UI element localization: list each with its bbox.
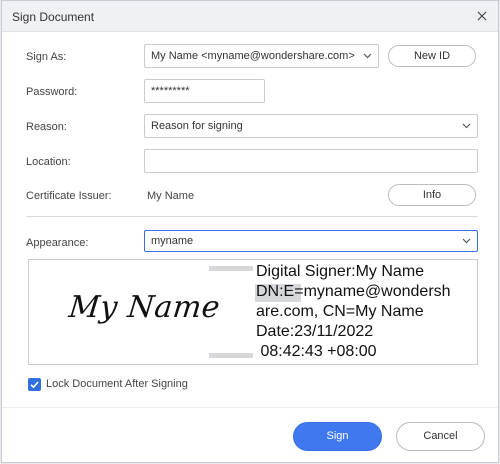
sign-document-dialog: Sign Document Sign As: My Name <myname@w… bbox=[1, 0, 499, 463]
dialog-title: Sign Document bbox=[12, 10, 95, 24]
footer-divider bbox=[2, 407, 498, 408]
close-icon[interactable] bbox=[472, 6, 492, 26]
section-divider bbox=[26, 216, 478, 217]
reason-dropdown[interactable]: Reason for signing bbox=[144, 114, 478, 138]
signature-preview: My Name Digital Signer:My Name DN:E=myna… bbox=[28, 259, 478, 365]
date-line: Date:23/11/2022 bbox=[256, 323, 374, 340]
lock-document-label: Lock Document After Signing bbox=[46, 378, 188, 390]
chevron-down-icon bbox=[363, 53, 372, 59]
handwritten-signature: My Name bbox=[67, 290, 222, 325]
cancel-button[interactable]: Cancel bbox=[396, 422, 485, 451]
reason-label: Reason: bbox=[26, 121, 67, 133]
appearance-label: Appearance: bbox=[26, 237, 89, 249]
sign-as-dropdown[interactable]: My Name <myname@wondershare.com> bbox=[144, 44, 379, 68]
chevron-down-icon bbox=[462, 123, 471, 129]
dn-line-continued: are.com, CN=My Name bbox=[256, 303, 424, 320]
signer-line: Digital Signer:My Name bbox=[256, 263, 425, 280]
sign-button[interactable]: Sign bbox=[293, 422, 382, 451]
location-field[interactable] bbox=[144, 149, 478, 173]
password-label: Password: bbox=[26, 86, 78, 98]
dn-line: DN:E=myname@wondersh bbox=[256, 283, 451, 300]
sign-as-label: Sign As: bbox=[26, 51, 67, 63]
lock-document-checkbox[interactable] bbox=[28, 378, 41, 391]
preview-divider bbox=[209, 266, 253, 358]
info-button[interactable]: Info bbox=[388, 184, 476, 206]
title-bar: Sign Document bbox=[2, 1, 498, 32]
appearance-dropdown[interactable]: myname bbox=[144, 230, 478, 252]
chevron-down-icon bbox=[462, 238, 471, 244]
password-field[interactable]: ********* bbox=[144, 79, 265, 103]
password-value: ********* bbox=[151, 85, 190, 97]
appearance-value: myname bbox=[151, 235, 194, 247]
certificate-issuer-value: My Name bbox=[147, 190, 195, 202]
check-icon bbox=[30, 381, 39, 389]
new-id-button[interactable]: New ID bbox=[388, 45, 476, 67]
location-label: Location: bbox=[26, 156, 71, 168]
signature-details: Digital Signer:My Name DN:E=myname@wonde… bbox=[256, 262, 476, 362]
sign-as-value: My Name <myname@wondershare.com> bbox=[151, 50, 355, 62]
certificate-issuer-label: Certificate Issuer: bbox=[26, 190, 112, 202]
time-line: 08:42:43 +08:00 bbox=[256, 343, 377, 360]
reason-value: Reason for signing bbox=[151, 120, 243, 132]
